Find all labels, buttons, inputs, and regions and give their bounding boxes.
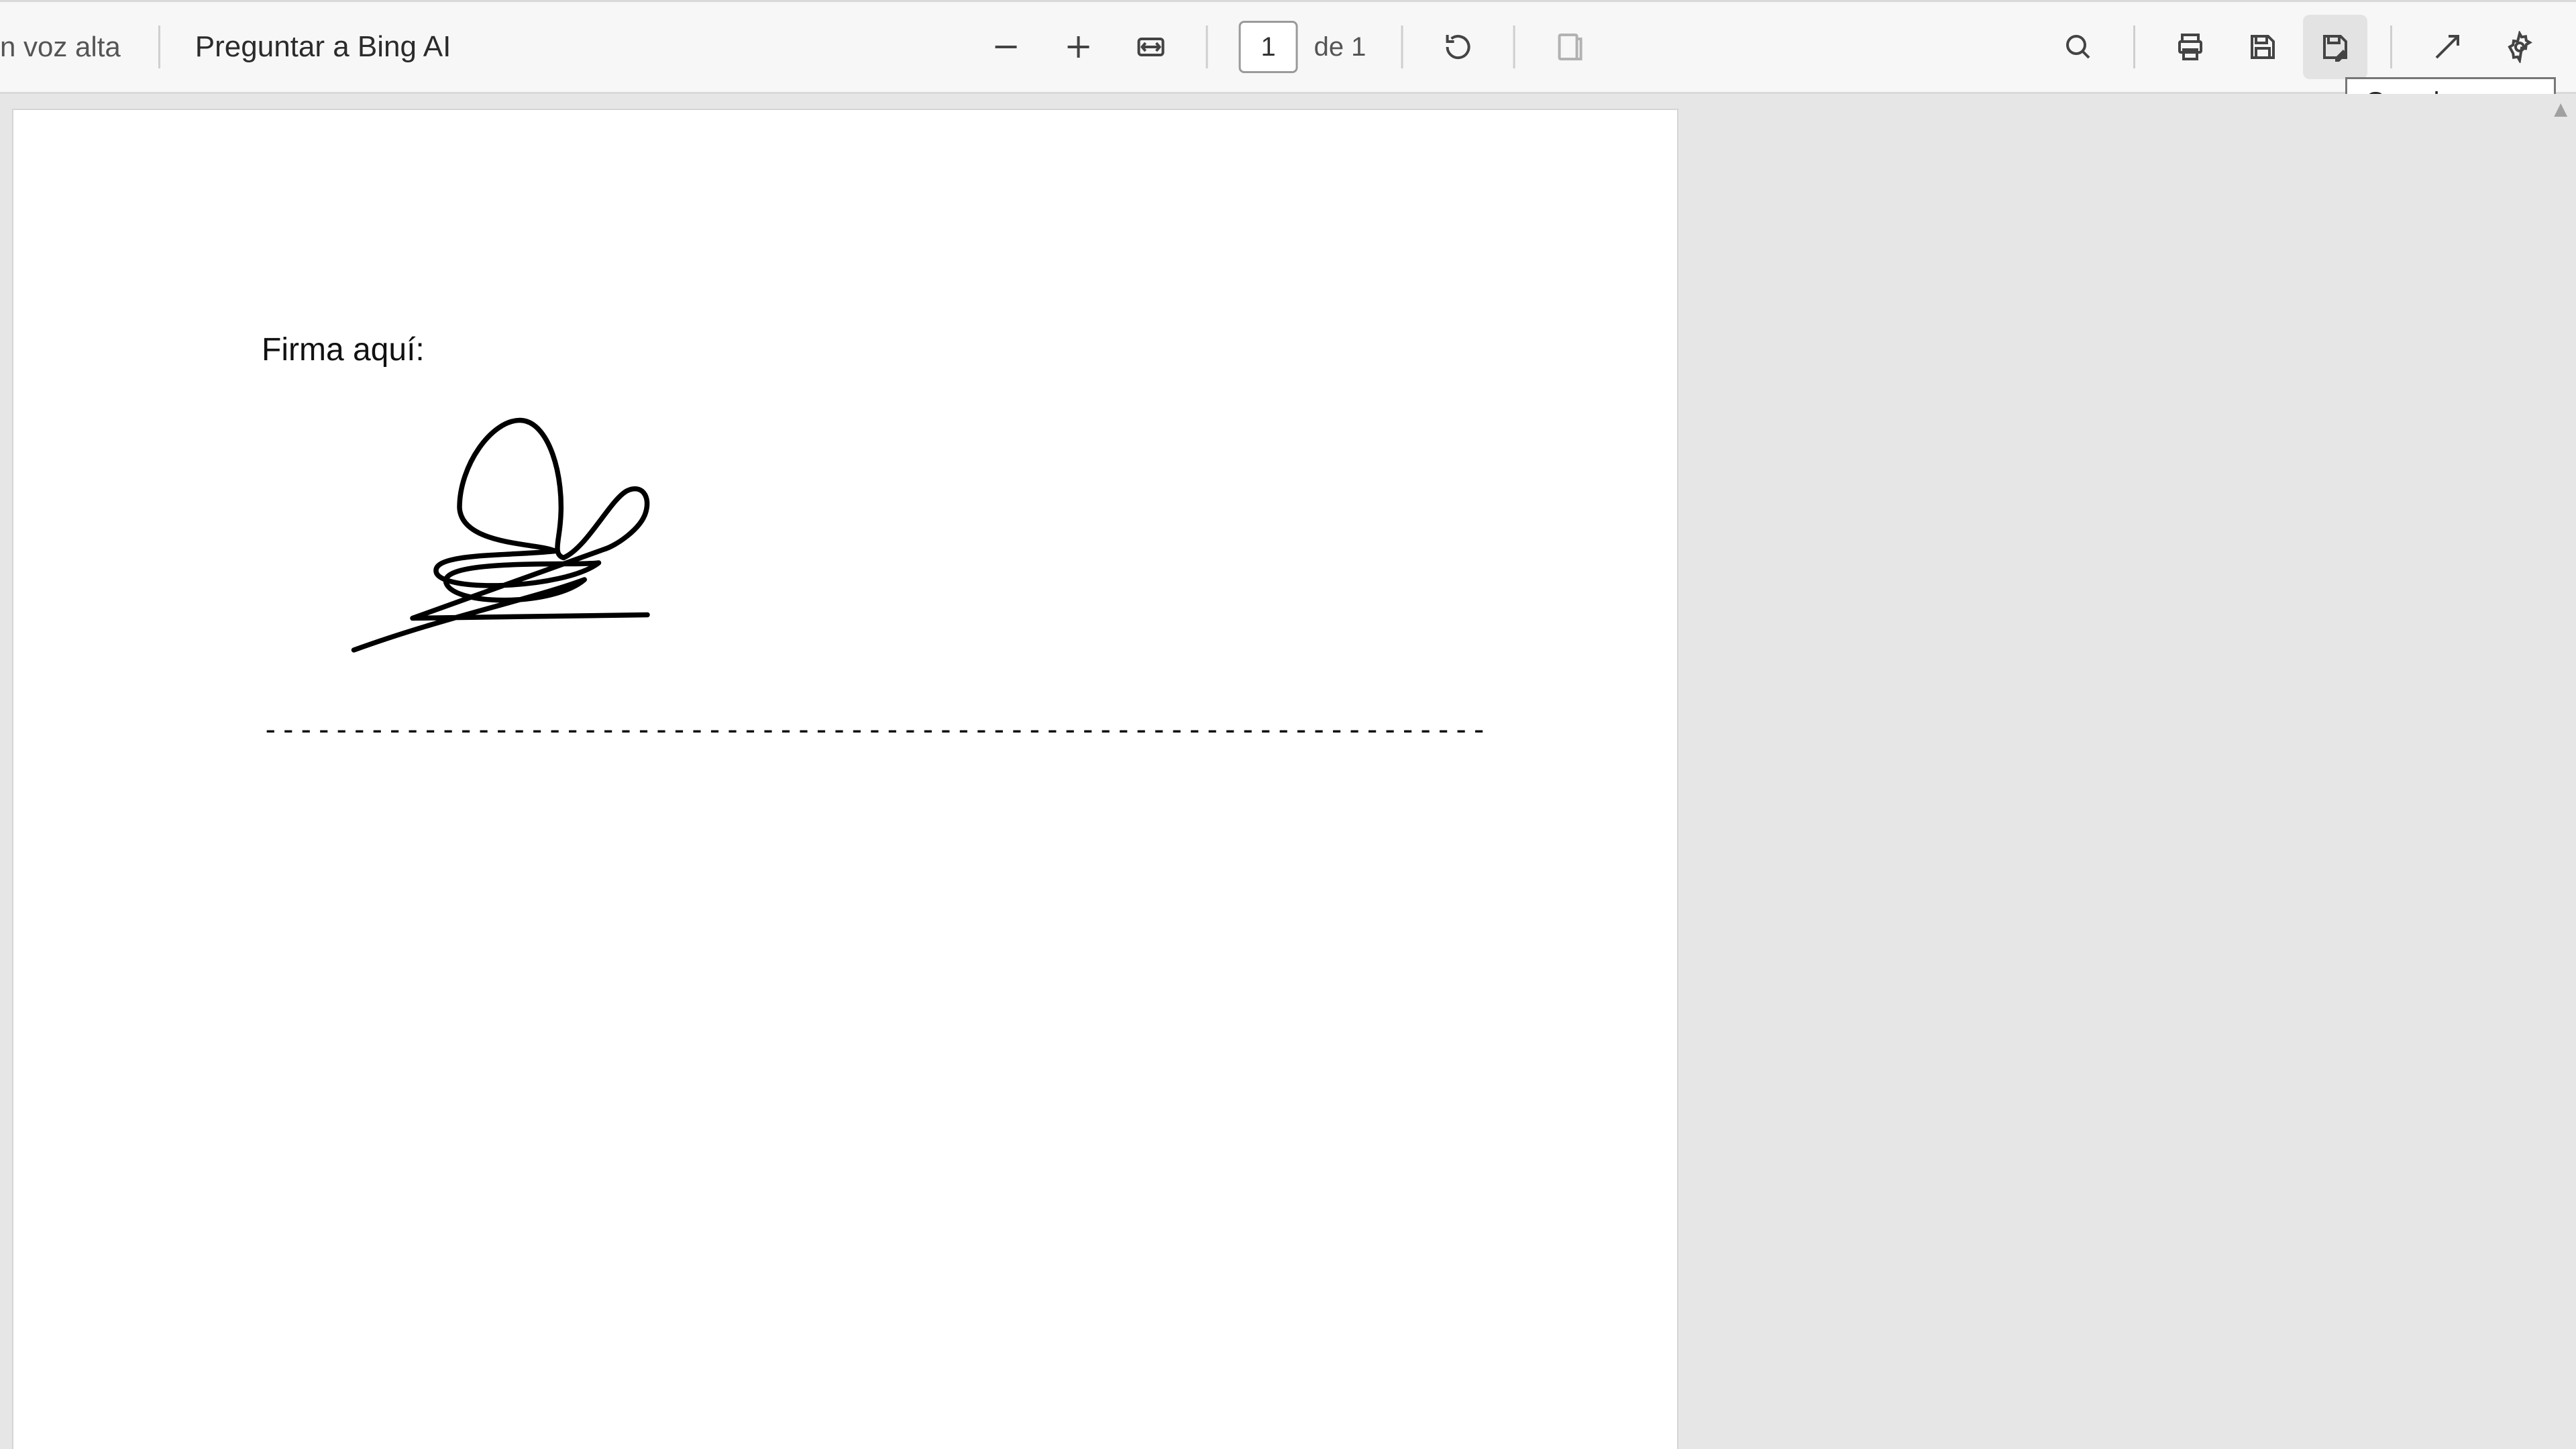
fullscreen-button[interactable]	[2415, 15, 2479, 79]
toolbar-left-group: n voz alta Preguntar a Bing AI	[0, 2, 467, 92]
settings-button[interactable]	[2487, 15, 2552, 79]
plus-icon	[1063, 31, 1095, 63]
signature-drawing	[262, 398, 865, 667]
pdf-page: Firma aquí: ----------------------------…	[13, 110, 1677, 1449]
save-button[interactable]	[2231, 15, 2295, 79]
gear-icon	[2504, 31, 2536, 63]
minus-icon	[990, 31, 1022, 63]
separator	[2133, 25, 2135, 68]
print-button[interactable]	[2158, 15, 2222, 79]
search-button[interactable]	[2046, 15, 2110, 79]
separator	[1513, 25, 1515, 68]
separator	[2390, 25, 2392, 68]
sign-here-label: Firma aquí:	[262, 331, 425, 368]
zoom-in-button[interactable]	[1046, 15, 1111, 79]
rotate-icon	[1442, 31, 1474, 63]
scrollbar-up-arrow[interactable]: ▲	[2549, 97, 2572, 123]
page-total-label: de 1	[1314, 32, 1366, 62]
search-icon	[2062, 31, 2094, 63]
page-view-button	[1538, 15, 1602, 79]
signature-line: ----------------------------------------…	[262, 712, 1488, 747]
pdf-viewport[interactable]: ▲ Firma aquí: --------------------------…	[0, 94, 2576, 1449]
page-view-icon	[1554, 31, 1586, 63]
fit-width-button[interactable]	[1119, 15, 1183, 79]
expand-icon	[2431, 31, 2463, 63]
separator	[1206, 25, 1208, 68]
save-as-icon	[2319, 31, 2351, 63]
save-icon	[2247, 31, 2279, 63]
pdf-toolbar: n voz alta Preguntar a Bing AI de 1	[0, 0, 2576, 94]
rotate-button[interactable]	[1426, 15, 1490, 79]
toolbar-center-group: de 1	[970, 2, 1607, 92]
fit-width-icon	[1135, 31, 1167, 63]
page-number-input[interactable]	[1239, 21, 1298, 73]
separator	[1401, 25, 1403, 68]
separator	[158, 25, 160, 68]
zoom-out-button[interactable]	[974, 15, 1038, 79]
save-as-button[interactable]	[2303, 15, 2367, 79]
read-aloud-label[interactable]: n voz alta	[0, 31, 140, 63]
ask-bing-ai-button[interactable]: Preguntar a Bing AI	[179, 21, 468, 73]
print-icon	[2174, 31, 2206, 63]
